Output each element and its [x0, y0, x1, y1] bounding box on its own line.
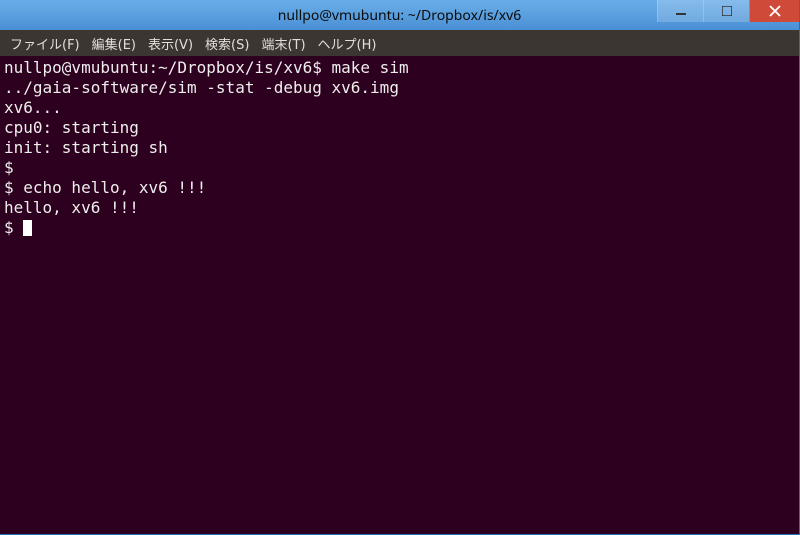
terminal-body[interactable]: nullpo@vmubuntu:~/Dropbox/is/xv6$ make s…	[0, 56, 799, 534]
terminal-window: nullpo@vmubuntu: ~/Dropbox/is/xv6 ファイル(F…	[0, 0, 800, 535]
minimize-icon	[676, 6, 686, 16]
terminal-line: xv6...	[4, 98, 795, 118]
terminal-prompt-line: $	[4, 218, 795, 238]
maximize-button[interactable]	[703, 0, 749, 22]
window-controls	[657, 0, 799, 22]
terminal-line: ../gaia-software/sim -stat -debug xv6.im…	[4, 78, 795, 98]
terminal-line: hello, xv6 !!!	[4, 198, 795, 218]
terminal-prompt: $	[4, 218, 23, 237]
maximize-icon	[722, 6, 732, 16]
menu-edit[interactable]: 編集(E)	[86, 32, 142, 55]
terminal-line: nullpo@vmubuntu:~/Dropbox/is/xv6$ make s…	[4, 58, 795, 78]
menu-view[interactable]: 表示(V)	[142, 32, 199, 55]
terminal-line: cpu0: starting	[4, 118, 795, 138]
terminal-line: $	[4, 158, 795, 178]
terminal-cursor	[23, 220, 32, 236]
terminal-line: init: starting sh	[4, 138, 795, 158]
menu-terminal[interactable]: 端末(T)	[255, 32, 311, 55]
terminal-line: $ echo hello, xv6 !!!	[4, 178, 795, 198]
menu-help[interactable]: ヘルプ(H)	[312, 32, 383, 55]
menu-search[interactable]: 検索(S)	[199, 32, 255, 55]
minimize-button[interactable]	[657, 0, 703, 22]
menubar: ファイル(F) 編集(E) 表示(V) 検索(S) 端末(T) ヘルプ(H)	[0, 30, 799, 56]
close-icon	[769, 5, 781, 17]
menu-file[interactable]: ファイル(F)	[4, 32, 86, 55]
close-button[interactable]	[749, 0, 799, 22]
window-titlebar[interactable]: nullpo@vmubuntu: ~/Dropbox/is/xv6	[0, 0, 799, 30]
